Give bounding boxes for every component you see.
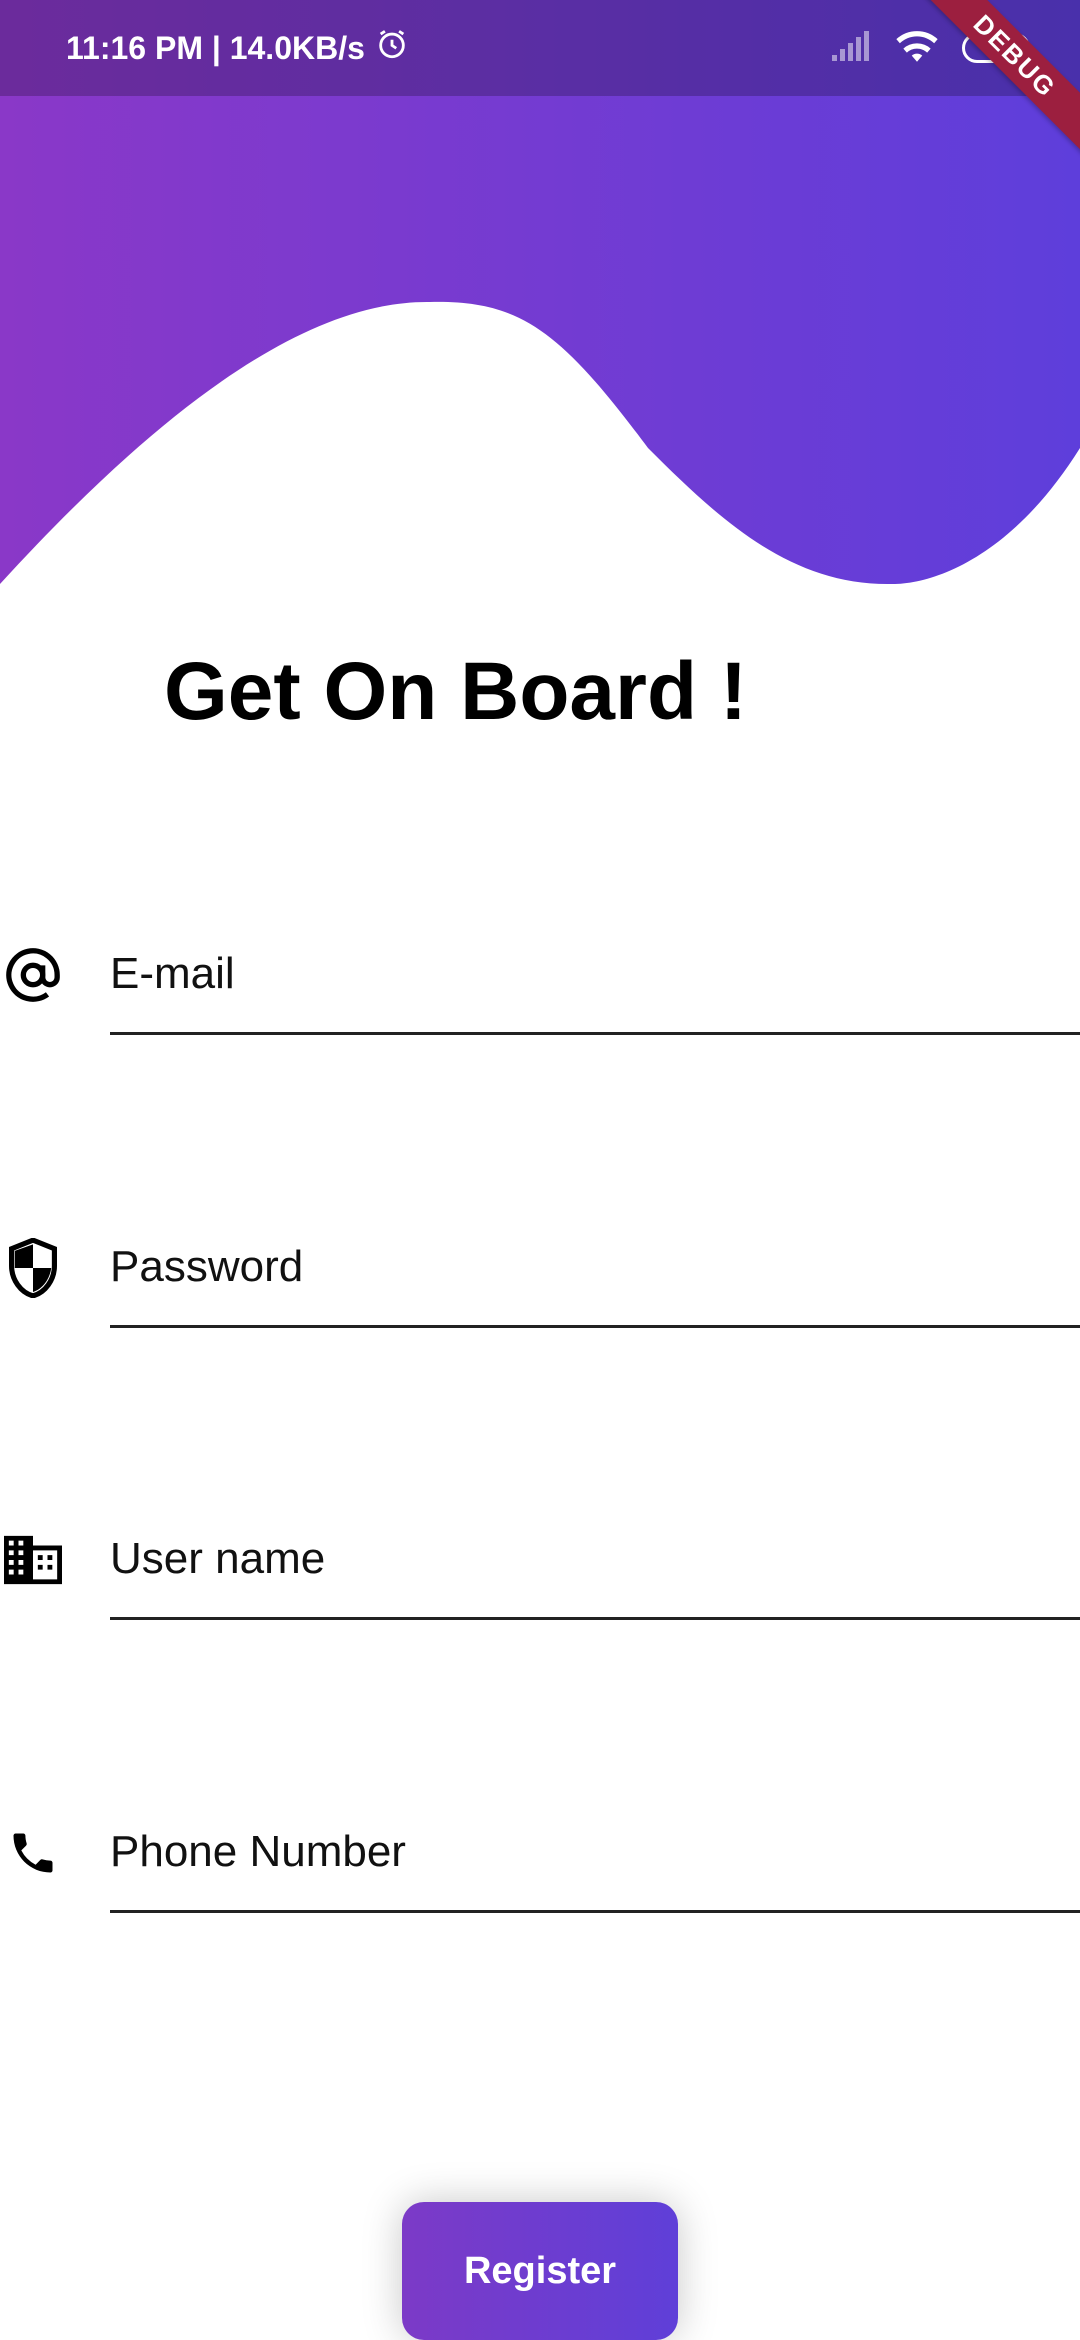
shield-icon <box>2 1208 64 1328</box>
page-title: Get On Board ! <box>164 646 748 737</box>
username-field[interactable] <box>110 1500 1080 1620</box>
email-field-row <box>0 915 1080 1035</box>
email-field[interactable] <box>110 915 1080 1035</box>
password-field[interactable] <box>110 1208 1080 1328</box>
phone-field-row <box>0 1793 1080 1913</box>
password-field-row <box>0 1208 1080 1328</box>
alarm-icon <box>375 27 409 69</box>
phone-field[interactable] <box>110 1793 1080 1913</box>
register-button[interactable]: Register <box>402 2202 678 2340</box>
status-time-speed: 11:16 PM | 14.0KB/s <box>66 29 365 66</box>
at-icon <box>2 915 64 1035</box>
signal-icon <box>832 30 872 66</box>
username-field-row <box>0 1500 1080 1620</box>
phone-icon <box>2 1793 64 1913</box>
building-icon <box>2 1500 64 1620</box>
wifi-icon <box>896 30 938 67</box>
status-bar: 11:16 PM | 14.0KB/s DEBUG <box>0 0 1080 159</box>
status-left: 11:16 PM | 14.0KB/s <box>66 0 409 96</box>
